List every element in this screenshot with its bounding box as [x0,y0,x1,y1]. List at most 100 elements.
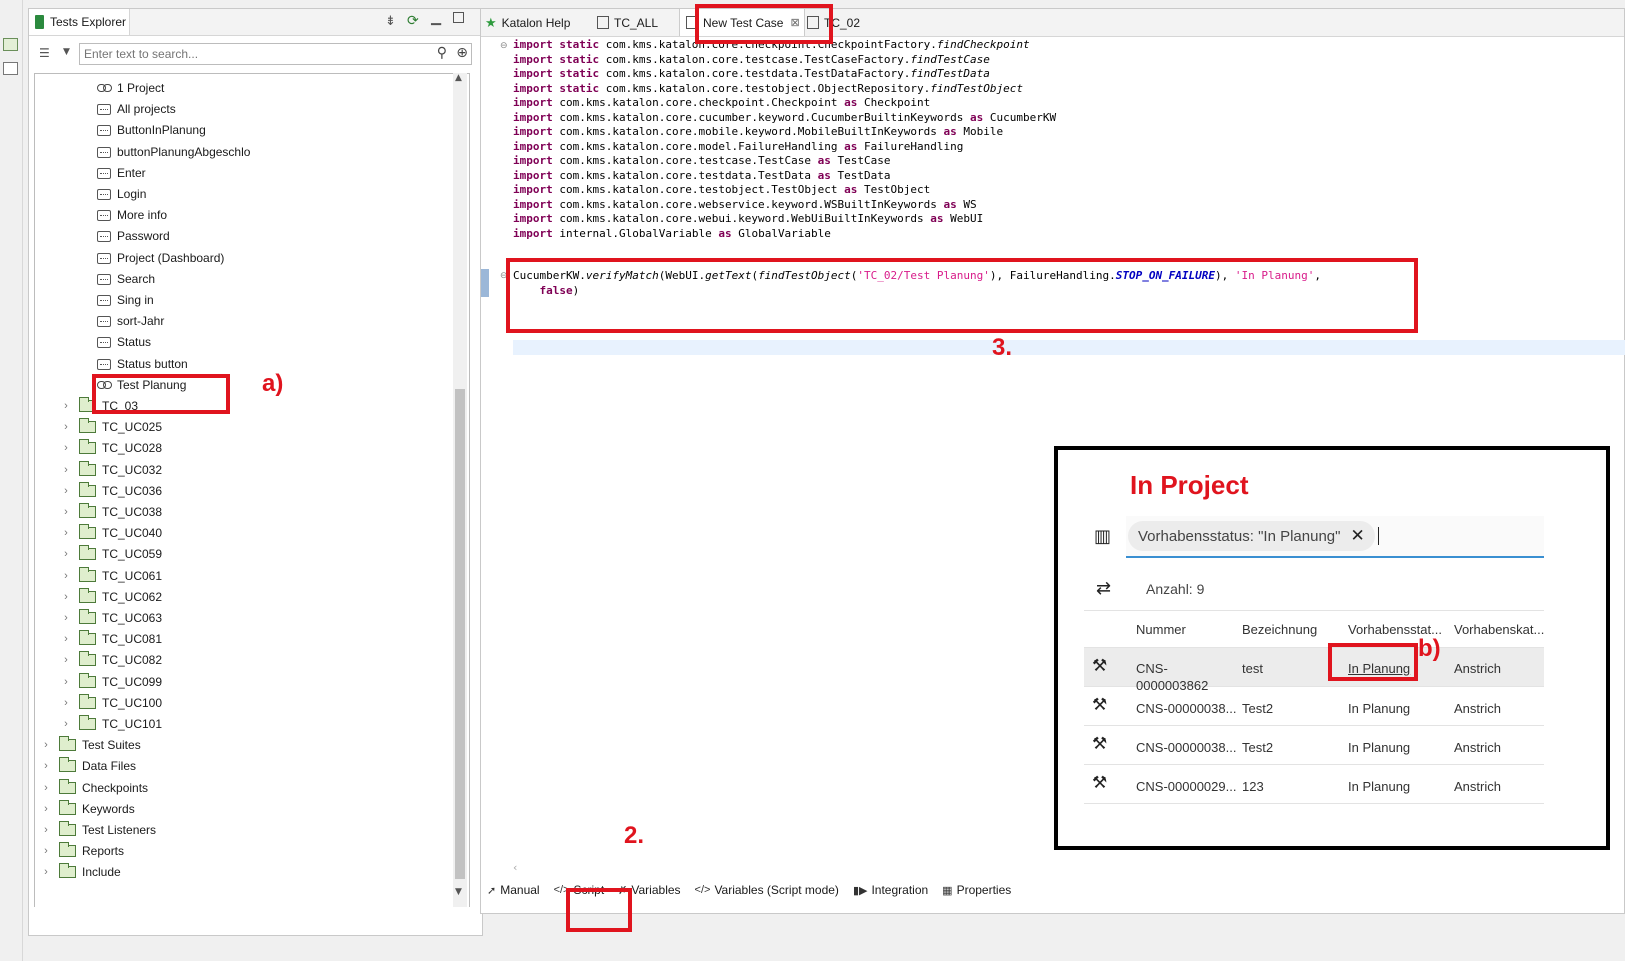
collapse-all-icon[interactable]: ⇟ [385,14,396,29]
chevron-right-icon[interactable]: › [61,697,71,709]
chevron-right-icon[interactable]: › [41,866,51,878]
tree-item-root[interactable]: › Keywords [41,799,135,819]
tree-item-object[interactable]: All projects [97,99,176,119]
search-icon[interactable]: ⚲ [437,45,447,61]
tree-item-object[interactable]: Password [97,226,170,246]
code-line-import[interactable]: import com.kms.katalon.core.webservice.k… [513,198,977,213]
tab-integration[interactable]: ▮▶ Integration [853,883,928,897]
tree-item-folder[interactable]: › TC_UC099 [61,672,162,692]
tree-item-root[interactable]: › Reports [41,841,124,861]
tree-item-folder[interactable]: › TC_UC036 [61,481,162,501]
chevron-down-icon[interactable]: ▼ [63,47,70,57]
tree-item-object[interactable]: 1 Project [97,78,164,98]
chevron-right-icon[interactable]: › [61,464,71,476]
tree-item-folder[interactable]: › TC_UC061 [61,566,162,586]
chevron-right-icon[interactable]: › [61,612,71,624]
chevron-right-icon[interactable]: › [41,782,51,794]
chevron-right-icon[interactable]: › [61,591,71,603]
tree-item-root[interactable]: › Data Files [41,756,136,776]
tab-properties[interactable]: ▦ Properties [942,883,1011,897]
chevron-right-icon[interactable]: › [61,421,71,433]
minimize-icon[interactable]: ▁ [431,11,441,26]
tab-variables-script-mode[interactable]: </> Variables (Script mode) [695,883,839,897]
chevron-right-icon[interactable]: › [41,845,51,857]
tree-item-root[interactable]: › Test Listeners [41,820,156,840]
table-icon[interactable] [3,62,18,75]
chevron-right-icon[interactable]: › [41,760,51,772]
code-line-import[interactable]: import com.kms.katalon.core.testobject.T… [513,183,930,198]
code-line-import[interactable]: import com.kms.katalon.core.model.Failur… [513,140,963,155]
tab-katalon-help[interactable]: ★ Katalon Help [485,9,591,36]
tab-tc-all[interactable]: TC_ALL [597,9,677,36]
tree-item-folder[interactable]: › TC_UC025 [61,417,162,437]
tab-tests-explorer[interactable]: Tests Explorer [29,9,130,35]
column-header[interactable]: Nummer [1136,622,1186,637]
tree-item-root[interactable]: › Include [41,862,121,882]
tree-item-folder[interactable]: › TC_UC028 [61,438,162,458]
chevron-right-icon[interactable]: › [61,633,71,645]
tree-item-folder[interactable]: › TC_UC059 [61,544,162,564]
code-line-import[interactable]: import com.kms.katalon.core.webui.keywor… [513,212,983,227]
chevron-right-icon[interactable]: › [61,485,71,497]
tab-manual[interactable]: ➚ Manual [487,883,540,897]
chevron-right-icon[interactable]: › [61,506,71,518]
chevron-right-icon[interactable]: › [61,570,71,582]
chevron-right-icon[interactable]: › [61,548,71,560]
scroll-left-icon[interactable]: ‹ [513,861,517,874]
tree-item-folder[interactable]: › TC_UC038 [61,502,162,522]
tree-item-object[interactable]: Project (Dashboard) [97,248,224,268]
tree-item-folder[interactable]: › TC_UC082 [61,650,162,670]
map-icon[interactable]: ▥ [1094,526,1111,547]
chevron-right-icon[interactable]: › [61,442,71,454]
maximize-icon[interactable] [453,12,464,23]
chevron-right-icon[interactable]: › [61,527,71,539]
tree-item-object[interactable]: Sing in [97,290,154,310]
tree-item-object[interactable]: Login [97,184,146,204]
chevron-right-icon[interactable]: › [61,400,71,412]
tree-item-object[interactable]: Status button [97,354,188,374]
sync-icon[interactable]: ⟳ [407,13,419,29]
code-line-import[interactable]: import static com.kms.katalon.core.testd… [513,67,990,82]
scroll-down-icon[interactable]: ▼ [455,887,462,897]
tree-item-root[interactable]: › Test Suites [41,735,141,755]
tree-item-object[interactable]: buttonPlanungAbgeschlo [97,142,250,162]
remove-filter-icon[interactable]: ✕ [1350,526,1364,546]
search-input[interactable] [80,44,408,64]
tree-item-object[interactable]: Status [97,332,151,352]
tree-item-object[interactable]: ButtonInPlanung [97,120,206,140]
tree-item-folder[interactable]: › TC_UC040 [61,523,162,543]
tree-item-object[interactable]: More info [97,205,167,225]
tree-item-folder[interactable]: › TC_UC101 [61,714,162,734]
tree-item-object[interactable]: Enter [97,163,146,183]
filter-chip[interactable]: Vorhabensstatus: "In Planung" ✕ [1128,521,1375,551]
scroll-up-icon[interactable]: ▲ [455,73,462,83]
code-line-import[interactable]: import com.kms.katalon.core.testcase.Tes… [513,154,891,169]
tree-item-root[interactable]: › Checkpoints [41,778,148,798]
fold-toggle-icon[interactable]: ⊖ [500,41,508,51]
filter-icon[interactable]: ☰ [39,46,50,60]
code-line-import[interactable]: import com.kms.katalon.core.checkpoint.C… [513,96,930,111]
tree-item-folder[interactable]: › TC_UC032 [61,460,162,480]
chevron-right-icon[interactable]: › [61,676,71,688]
chevron-right-icon[interactable]: › [61,654,71,666]
scroll-thumb[interactable] [455,389,465,879]
tree-scrollbar[interactable]: ▲ ▼ [453,73,467,907]
code-line-import[interactable]: import internal.GlobalVariable as Global… [513,227,831,242]
tree-item-folder[interactable]: › TC_UC081 [61,629,162,649]
chevron-right-icon[interactable]: › [61,718,71,730]
tree-item-folder[interactable]: › TC_UC100 [61,693,162,713]
code-line-import[interactable]: import com.kms.katalon.core.cucumber.key… [513,111,1056,126]
column-header[interactable]: Bezeichnung [1242,622,1317,637]
swap-icon[interactable]: ⇄ [1096,578,1111,599]
code-line-import[interactable]: import static com.kms.katalon.core.testo… [513,82,1023,97]
tree-item-object[interactable]: Search [97,269,155,289]
tree-item-folder[interactable]: › TC_UC062 [61,587,162,607]
code-line-import[interactable]: import com.kms.katalon.core.testdata.Tes… [513,169,891,184]
chevron-right-icon[interactable]: › [41,739,51,751]
tree-item-folder[interactable]: › TC_UC063 [61,608,162,628]
code-line-import[interactable]: import com.kms.katalon.core.mobile.keywo… [513,125,1003,140]
chevron-right-icon[interactable]: › [41,824,51,836]
column-header[interactable]: Vorhabenskat... [1454,622,1544,637]
code-line-import[interactable]: import static com.kms.katalon.core.testc… [513,53,990,68]
chevron-right-icon[interactable]: › [41,803,51,815]
